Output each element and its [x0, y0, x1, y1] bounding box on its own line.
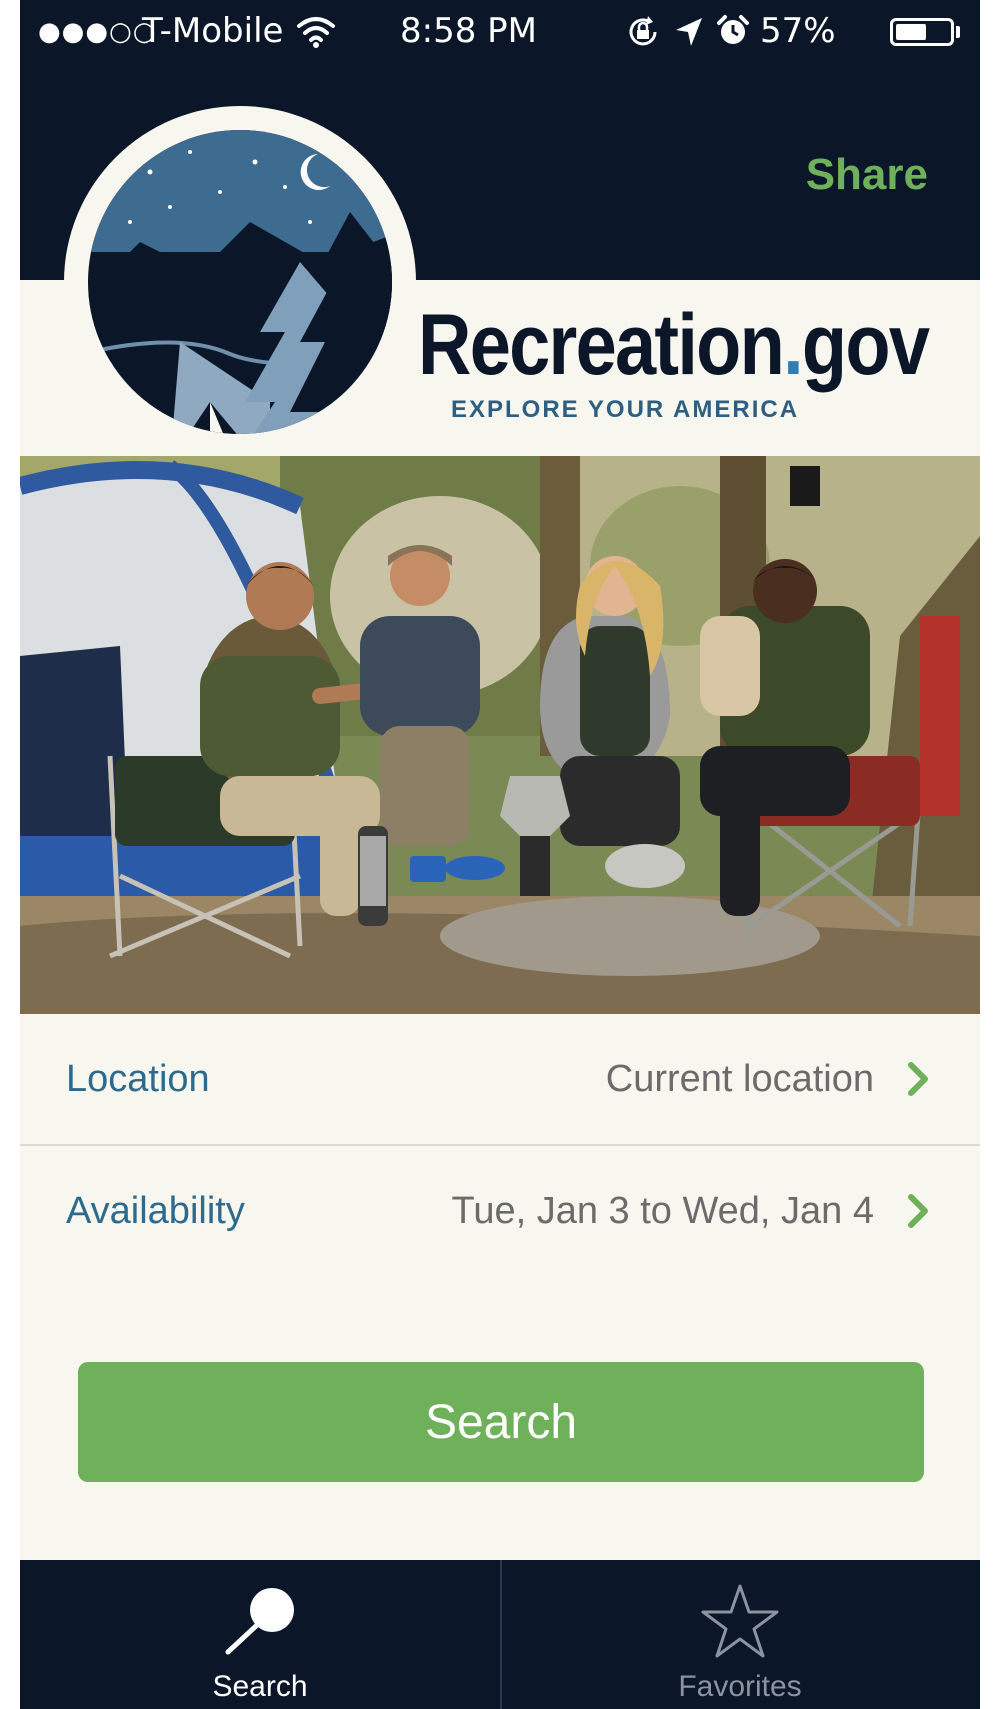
alarm-clock-icon: [717, 15, 749, 44]
wifi-icon: [297, 17, 335, 48]
status-bar: ●●●○○ T-Mobile 8:58 PM 57%: [20, 0, 980, 64]
tab-search[interactable]: Search: [20, 1560, 500, 1709]
tagline: EXPLORE YOUR AMERICA: [451, 396, 800, 423]
carrier-name: T-Mobile: [142, 11, 284, 51]
tab-search-label: Search: [212, 1670, 308, 1703]
app-screen: ●●●○○ T-Mobile 8:58 PM 57% Share Recreat…: [20, 0, 980, 1709]
chevron-right-icon: [908, 1062, 928, 1096]
location-arrow-icon: [676, 18, 702, 46]
recreation-logo-badge: [64, 106, 416, 458]
status-time: 8:58 PM: [400, 11, 537, 51]
battery-level-fill: [896, 24, 926, 40]
battery-cap: [956, 26, 960, 38]
location-row[interactable]: Location Current location: [20, 1014, 980, 1144]
battery-percent: 57%: [760, 11, 836, 51]
orientation-lock-icon: [629, 16, 657, 46]
recreation-gov-wordmark: Recreation.gov: [418, 296, 930, 395]
tab-favorites[interactable]: Favorites: [500, 1560, 980, 1709]
search-icon: [225, 1588, 294, 1655]
chevron-right-icon: [908, 1194, 928, 1228]
availability-label: Availability: [66, 1190, 245, 1232]
wordmark-name: Recreation: [418, 297, 785, 393]
star-icon: [701, 1584, 779, 1658]
wordmark-dot: .: [783, 297, 804, 393]
wordmark-suffix: gov: [801, 297, 930, 393]
availability-value: Tue, Jan 3 to Wed, Jan 4: [451, 1190, 874, 1232]
signal-strength: ●●●○○: [38, 17, 157, 47]
tab-bar: Search Favorites: [20, 1560, 980, 1709]
tab-favorites-label: Favorites: [678, 1670, 802, 1703]
battery-icon: [890, 18, 954, 46]
search-button[interactable]: Search: [78, 1362, 924, 1482]
availability-row[interactable]: Availability Tue, Jan 3 to Wed, Jan 4: [20, 1146, 980, 1276]
location-label: Location: [66, 1058, 210, 1100]
hero-camping-photo: [20, 456, 980, 1014]
location-value: Current location: [605, 1058, 874, 1100]
share-button[interactable]: Share: [806, 150, 928, 200]
